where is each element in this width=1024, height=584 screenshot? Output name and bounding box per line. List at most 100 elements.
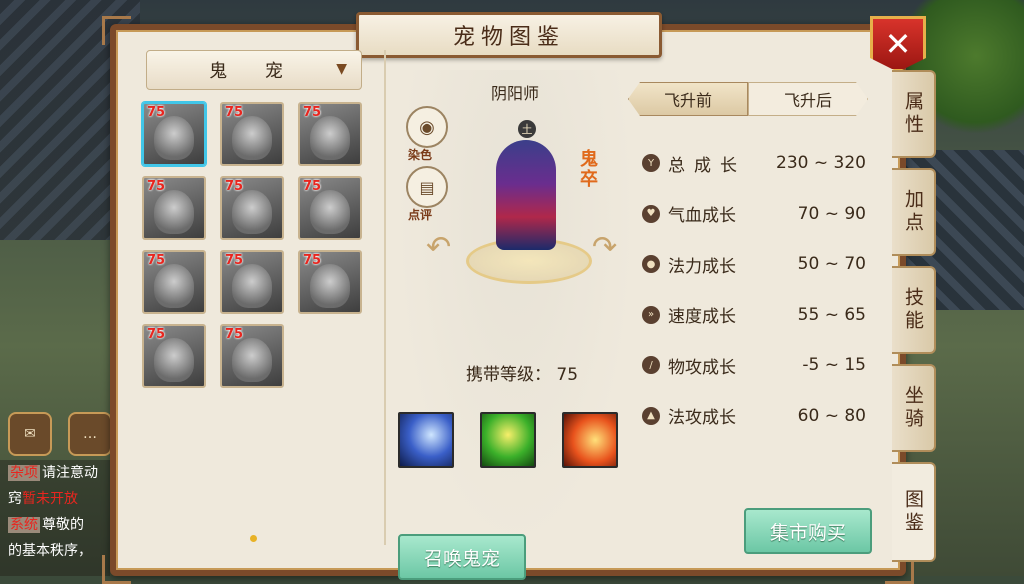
summon-button[interactable]: 召唤鬼宠: [398, 534, 526, 580]
pet-list-panel: 鬼 宠 ▼ 75 75 75 75 75 75 75 75 75 75 75: [128, 42, 378, 552]
heart-icon: ♥: [642, 204, 660, 223]
carry-level: 携带等级： 75: [466, 360, 578, 385]
market-buy-button[interactable]: 集市购买: [744, 508, 872, 554]
tab-before-ascension[interactable]: 飞升前: [628, 82, 748, 116]
pet-slot[interactable]: 75: [220, 250, 284, 314]
pet-level: 75: [147, 253, 166, 268]
friends-icon[interactable]: ✉: [8, 412, 52, 456]
pet-slot[interactable]: 75: [142, 176, 206, 240]
pet-level: 75: [225, 105, 244, 120]
pet-level: 75: [225, 327, 244, 342]
chat-line: 系统 尊敬的: [0, 512, 110, 538]
pet-level: 75: [225, 179, 244, 194]
growth-stats: Y 总成长 230 ~ 320 ♥ 气血成长 70 ~ 90 ● 法力成长 50 ~ 70 …: [642, 138, 882, 441]
pet-slot[interactable]: 75: [220, 102, 284, 166]
stat-label: 速度成长: [668, 307, 736, 328]
pet-level: 75: [303, 179, 322, 194]
carry-level-label: 携带等级：: [466, 365, 551, 385]
pet-level: 75: [147, 105, 166, 120]
side-tab-mount[interactable]: 坐骑: [892, 364, 936, 452]
side-tab-skills[interactable]: 技能: [892, 266, 936, 354]
dye-button[interactable]: ◉: [406, 106, 448, 148]
chat-line: 杂项 请注意动: [0, 460, 110, 486]
stat-row: ● 法力成长 50 ~ 70: [642, 239, 882, 290]
pet-portrait: [154, 116, 194, 160]
pet-slot[interactable]: 75: [298, 102, 362, 166]
skill-icon[interactable]: [562, 412, 618, 468]
carry-level-value: 75: [556, 365, 579, 385]
pet-level: 75: [303, 253, 322, 268]
side-tab-bar: 属性 加点 技能 坐骑 图鉴: [892, 70, 938, 572]
comment-icon: ▤: [419, 177, 435, 197]
page-indicator-dot: [250, 535, 257, 542]
rotate-right-icon[interactable]: ↷: [592, 230, 617, 265]
side-tab-points[interactable]: 加点: [892, 168, 936, 256]
stat-label: 物攻成长: [668, 357, 736, 378]
side-tab-codex[interactable]: 图鉴: [892, 462, 936, 562]
pet-portrait: [154, 338, 194, 382]
skill-icon[interactable]: [480, 412, 536, 468]
pet-slot[interactable]: 75: [220, 324, 284, 388]
chat-icon[interactable]: …: [68, 412, 112, 456]
pet-preview-panel: 阴阳师 ◉ 染色 ▤ 点评 土 鬼卒 ↶ ↷ 携带等级： 75 召唤鬼宠: [396, 70, 636, 580]
stat-row: » 速度成长 55 ~ 65: [642, 290, 882, 341]
element-badge: 土: [518, 120, 536, 138]
review-button[interactable]: ▤: [406, 166, 448, 208]
title-bar: 宠物图鉴: [356, 12, 662, 58]
pet-portrait: [154, 190, 194, 234]
pet-slot[interactable]: 75: [142, 324, 206, 388]
pet-portrait: [232, 190, 272, 234]
tab-after-ascension[interactable]: 飞升后: [748, 82, 868, 116]
pet-slot[interactable]: 75: [142, 102, 206, 166]
stat-value: -5 ~ 15: [802, 355, 866, 376]
pet-slot[interactable]: 75: [142, 250, 206, 314]
stat-value: 230 ~ 320: [776, 153, 866, 174]
chat-text: 请注意动: [42, 465, 98, 481]
stat-label: 气血成长: [668, 206, 736, 227]
mana-drop-icon: ●: [642, 255, 660, 274]
window-title: 宠物图鉴: [452, 25, 565, 50]
pet-name: 阴阳师: [491, 84, 540, 103]
pet-portrait: [310, 264, 350, 308]
chat-line: 窍暂未开放: [0, 486, 110, 512]
stat-label: 法力成长: [668, 256, 736, 277]
skill-icon[interactable]: [398, 412, 454, 468]
eye-icon: ◉: [419, 116, 435, 138]
stat-row: ♥ 气血成长 70 ~ 90: [642, 189, 882, 240]
pet-category-dropdown[interactable]: 鬼 宠 ▼: [146, 50, 362, 90]
sword-icon: /: [642, 356, 660, 375]
chat-channel-tag: 系统: [8, 517, 40, 533]
chat-text: 窍: [8, 491, 22, 507]
pet-portrait: [310, 190, 350, 234]
pet-type-label: 鬼卒: [580, 149, 598, 190]
frame-corner: [102, 555, 131, 584]
chat-text: 尊敬的: [42, 517, 84, 533]
stat-row: / 物攻成长 -5 ~ 15: [642, 340, 882, 391]
chat-line: 的基本秩序，: [0, 538, 110, 564]
pet-level: 75: [303, 105, 322, 120]
pet-slot[interactable]: 75: [220, 176, 284, 240]
chat-panel[interactable]: 杂项 请注意动 窍暂未开放 系统 尊敬的 的基本秩序，: [0, 460, 110, 576]
speed-icon: »: [642, 305, 660, 324]
pet-slot[interactable]: 75: [298, 176, 362, 240]
stat-value: 60 ~ 80: [797, 405, 866, 426]
skill-list: [398, 412, 618, 468]
rotate-left-icon[interactable]: ↶: [426, 230, 451, 265]
frame-corner: [102, 16, 131, 45]
stat-value: 55 ~ 65: [797, 304, 866, 325]
stat-label: 总成长: [668, 155, 746, 176]
pet-codex-window: 宠物图鉴 ✕ 鬼 宠 ▼ 75 75 75 75 75 75 75 75 75 …: [102, 12, 926, 584]
pet-level: 75: [147, 179, 166, 194]
pet-grid: 75 75 75 75 75 75 75 75 75 75 75: [142, 102, 372, 388]
chat-highlight: 暂未开放: [22, 491, 78, 507]
pet-slot[interactable]: 75: [298, 250, 362, 314]
pet-model[interactable]: [496, 140, 556, 250]
dye-label: 染色: [408, 148, 433, 162]
dropdown-value: 鬼 宠: [209, 61, 299, 82]
side-tab-attributes[interactable]: 属性: [892, 70, 936, 158]
pet-level: 75: [225, 253, 244, 268]
stat-value: 70 ~ 90: [797, 203, 866, 224]
stat-value: 50 ~ 70: [797, 254, 866, 275]
pet-portrait: [232, 338, 272, 382]
chevron-down-icon: ▼: [336, 61, 347, 77]
